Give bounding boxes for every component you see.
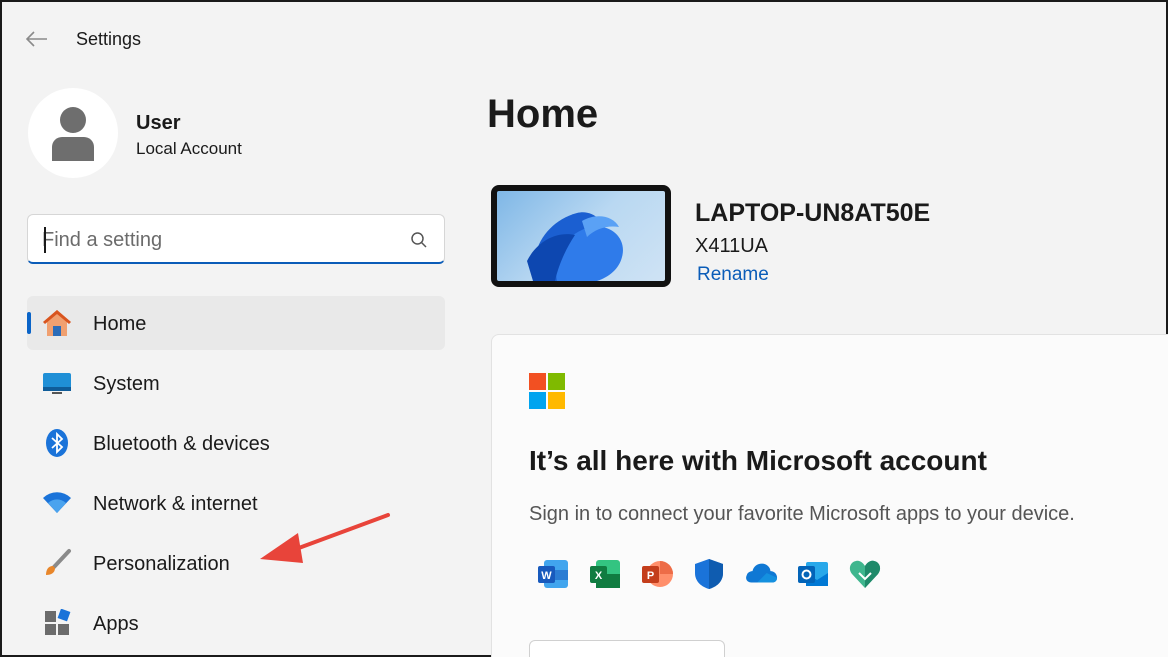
svg-text:W: W xyxy=(541,570,552,582)
sidebar-item-label: System xyxy=(93,373,160,395)
paintbrush-icon xyxy=(41,548,73,578)
microsoft-logo-icon xyxy=(529,373,565,409)
system-icon xyxy=(41,368,73,398)
svg-text:P: P xyxy=(647,570,654,582)
text-caret xyxy=(44,227,46,253)
sidebar-item-label: Network & internet xyxy=(93,493,258,515)
sidebar-item-label: Home xyxy=(93,313,147,335)
sidebar-item-bluetooth[interactable]: Bluetooth & devices xyxy=(27,416,445,470)
svg-text:X: X xyxy=(595,570,603,582)
apps-icon xyxy=(41,608,73,638)
device-info: LAPTOP-UN8AT50E X411UA Rename xyxy=(491,185,930,287)
microsoft-account-card: It’s all here with Microsoft account Sig… xyxy=(491,334,1168,657)
title-bar: Settings xyxy=(2,2,1166,72)
device-wallpaper-thumbnail xyxy=(491,185,671,287)
sidebar-item-network[interactable]: Network & internet xyxy=(27,476,445,530)
device-name: LAPTOP-UN8AT50E xyxy=(695,199,931,227)
app-icon-row: W X P xyxy=(536,557,882,591)
excel-icon: X xyxy=(588,557,622,591)
sidebar-item-home[interactable]: Home xyxy=(27,296,445,350)
sidebar-item-personalization[interactable]: Personalization xyxy=(27,536,445,590)
account-type: Local Account xyxy=(136,139,242,158)
device-model: X411UA xyxy=(695,235,769,257)
back-button[interactable] xyxy=(24,26,50,52)
card-description: Sign in to connect your favorite Microso… xyxy=(529,503,1075,525)
onedrive-icon xyxy=(744,557,778,591)
defender-icon xyxy=(692,557,726,591)
sign-in-button[interactable] xyxy=(529,640,725,657)
word-icon: W xyxy=(536,557,570,591)
outlook-icon xyxy=(796,557,830,591)
powerpoint-icon: P xyxy=(640,557,674,591)
search-input[interactable] xyxy=(42,227,392,253)
app-title: Settings xyxy=(76,29,142,49)
sidebar-item-system[interactable]: System xyxy=(27,356,445,410)
sidebar-item-label: Personalization xyxy=(93,553,230,575)
user-profile[interactable]: User Local Account xyxy=(28,88,242,178)
home-icon xyxy=(41,308,73,338)
sidebar-nav: Home System Bluetooth & devices Network … xyxy=(27,296,445,656)
user-name: User xyxy=(136,112,181,134)
sidebar-item-label: Bluetooth & devices xyxy=(93,433,270,455)
family-safety-icon xyxy=(848,557,882,591)
rename-link[interactable]: Rename xyxy=(697,264,769,286)
card-title: It’s all here with Microsoft account xyxy=(529,445,987,476)
wifi-icon xyxy=(41,488,73,518)
search-icon[interactable] xyxy=(410,231,428,249)
bloom-wallpaper-icon xyxy=(527,212,623,281)
back-arrow-icon xyxy=(26,31,47,47)
bluetooth-icon xyxy=(41,428,73,458)
sidebar-item-apps[interactable]: Apps xyxy=(27,596,445,650)
page-title: Home xyxy=(487,92,599,136)
sidebar-item-label: Apps xyxy=(93,613,139,635)
search-box[interactable] xyxy=(27,214,445,264)
person-icon xyxy=(52,107,94,161)
avatar xyxy=(28,88,118,178)
